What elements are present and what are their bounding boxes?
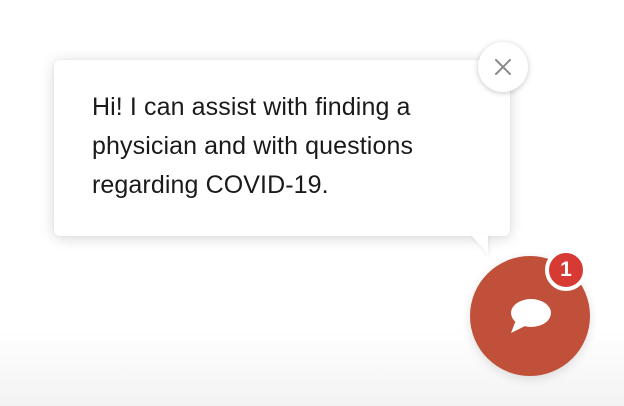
chat-prompt-tail [470, 234, 488, 254]
chat-prompt-bubble: Hi! I can assist with finding a physicia… [54, 60, 510, 236]
close-chat-prompt-button[interactable] [478, 42, 528, 92]
close-icon [495, 59, 511, 75]
chat-prompt-message: Hi! I can assist with finding a physicia… [92, 93, 414, 199]
chat-bubble-icon [511, 299, 551, 333]
unread-count-badge: 1 [545, 249, 587, 291]
